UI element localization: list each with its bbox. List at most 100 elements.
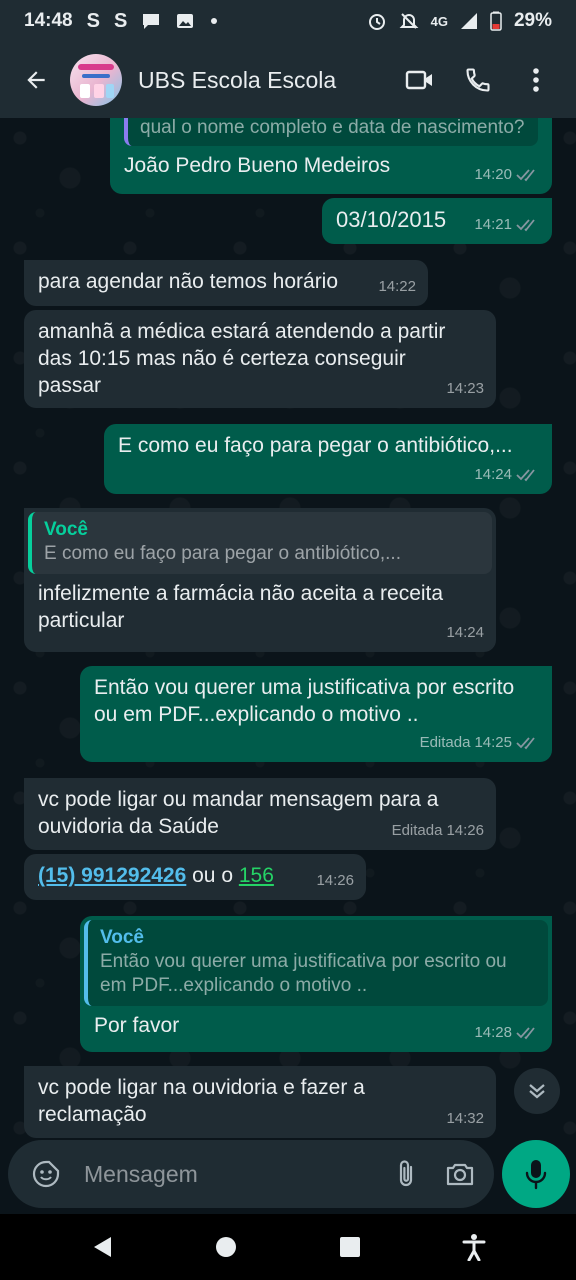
quoted-message[interactable]: Você E como eu faço para pegar o antibió…: [28, 512, 492, 574]
video-call-icon: [405, 70, 432, 90]
message-text: amanhã a médica estará atendendo a parti…: [38, 320, 446, 397]
message-input[interactable]: Mensagem: [84, 1161, 372, 1188]
message-text: ou o: [186, 864, 239, 887]
accessibility-button[interactable]: [452, 1225, 496, 1269]
mic-icon: [525, 1160, 547, 1190]
message-meta: 14:32: [446, 1105, 484, 1132]
message-bubble-outgoing[interactable]: E como eu faço para pegar o antibiótico,…: [104, 424, 552, 494]
message-meta: 14:23: [446, 375, 484, 402]
message-bubble-outgoing[interactable]: 03/10/2015 14:21: [322, 198, 552, 244]
edited-label: Editada: [419, 734, 471, 751]
message-time: 14:24: [474, 466, 512, 483]
message-bubble-outgoing[interactable]: Você Então vou querer uma justificativa …: [80, 916, 552, 1052]
message-time: 14:22: [378, 278, 416, 295]
edited-label: Editada: [391, 822, 443, 839]
image-notification-icon: [177, 14, 194, 28]
message-meta: 14:28: [474, 1019, 540, 1046]
phone-link[interactable]: (15) 991292426: [38, 864, 186, 887]
read-ticks-icon: [516, 1026, 535, 1039]
chat-notification-icon: [143, 14, 160, 29]
message-time: 14:28: [474, 1024, 512, 1041]
mute-icon: [399, 13, 419, 29]
message-text: E como eu faço para pegar o antibiótico,…: [118, 434, 513, 457]
message-bubble-incoming[interactable]: para agendar não temos horário 14:22: [24, 260, 428, 306]
message-text: Então vou querer uma justificativa por e…: [94, 676, 515, 726]
message-text: vc pode ligar na ouvidoria e fazer a rec…: [38, 1076, 365, 1126]
message-bubble-incoming[interactable]: (15) 991292426 ou o 156 14:26: [24, 854, 366, 900]
message-text: infelizmente a farmácia não aceita a rec…: [38, 582, 444, 632]
nav-back-button[interactable]: [80, 1225, 124, 1269]
chat-title[interactable]: UBS Escola Escola: [138, 67, 388, 94]
signal-icon: [460, 13, 477, 29]
camera-icon: [446, 1163, 474, 1186]
message-list[interactable]: qual o nome completo e data de nasciment…: [0, 118, 576, 1140]
read-ticks-icon: [516, 736, 535, 749]
battery-icon: [490, 11, 502, 31]
message-bubble-outgoing[interactable]: qual o nome completo e data de nasciment…: [110, 118, 552, 194]
s-app-icon: S: [113, 9, 128, 32]
message-time: 14:26: [446, 822, 484, 839]
whatsapp-chat-screen: 14:48 S S 4G 29% UBS Escola Escola qual …: [0, 0, 576, 1280]
message-time: 14:23: [446, 380, 484, 397]
dot-icon: [211, 18, 218, 24]
nav-recents-button[interactable]: [328, 1225, 372, 1269]
read-ticks-icon: [516, 168, 535, 181]
more-options-button[interactable]: [510, 54, 562, 106]
voice-message-button[interactable]: [502, 1140, 570, 1208]
clock: 14:48: [24, 10, 73, 31]
more-vert-icon: [533, 68, 539, 92]
message-meta: 14:20: [474, 161, 540, 188]
message-meta: 14:24: [474, 461, 540, 488]
nav-home-button[interactable]: [204, 1225, 248, 1269]
message-meta: Editada 14:26: [392, 817, 484, 844]
message-bubble-incoming[interactable]: vc pode ligar na ouvidoria e fazer a rec…: [24, 1066, 496, 1138]
quoted-author: Você: [44, 519, 89, 540]
accessibility-icon: [462, 1234, 486, 1261]
message-meta: 14:26: [316, 867, 354, 894]
quoted-text: Então vou querer uma justificativa por e…: [100, 951, 507, 996]
nav-back-icon: [94, 1237, 111, 1257]
voice-call-button[interactable]: [452, 54, 504, 106]
sticker-button[interactable]: [26, 1154, 66, 1194]
message-bubble-incoming[interactable]: vc pode ligar ou mandar mensagem para a …: [24, 778, 496, 850]
quoted-message[interactable]: Você Então vou querer uma justificativa …: [84, 920, 548, 1006]
phone-number-link[interactable]: 156: [239, 864, 274, 887]
message-time: 14:26: [316, 872, 354, 889]
message-time: 14:20: [474, 166, 512, 183]
sticker-icon: [32, 1160, 60, 1188]
alarm-icon: [368, 14, 385, 30]
attach-button[interactable]: [386, 1154, 426, 1194]
message-meta: 14:21: [474, 211, 540, 238]
message-meta: Editada 14:25: [420, 729, 540, 756]
scroll-down-icon: [529, 1084, 545, 1099]
phone-icon: [466, 68, 490, 92]
message-meta: 14:22: [378, 273, 416, 300]
message-time: 14:25: [474, 734, 512, 751]
battery-level: 29%: [513, 10, 552, 31]
message-time: 14:24: [446, 624, 484, 641]
quoted-text: qual o nome completo e data de nasciment…: [140, 118, 525, 138]
quoted-author: Você: [100, 927, 145, 948]
camera-button[interactable]: [440, 1154, 480, 1194]
read-ticks-icon: [516, 468, 535, 481]
message-bubble-incoming[interactable]: Você E como eu faço para pegar o antibió…: [24, 508, 496, 652]
nav-recents-icon: [340, 1237, 360, 1257]
scroll-to-bottom-button[interactable]: [514, 1068, 560, 1114]
message-meta: 14:24: [446, 619, 484, 646]
attach-icon: [399, 1160, 413, 1187]
read-ticks-icon: [516, 218, 535, 231]
message-time: 14:32: [446, 1110, 484, 1127]
system-navigation-bar: [0, 1214, 576, 1280]
message-composer: Mensagem: [8, 1140, 494, 1208]
quoted-message[interactable]: qual o nome completo e data de nasciment…: [124, 118, 538, 146]
message-time: 14:21: [474, 216, 512, 233]
video-call-button[interactable]: [394, 54, 446, 106]
message-bubble-incoming[interactable]: amanhã a médica estará atendendo a parti…: [24, 310, 496, 408]
back-button[interactable]: [16, 60, 56, 100]
contact-avatar[interactable]: [70, 54, 122, 106]
status-bar: 14:48 S S 4G 29%: [0, 0, 576, 42]
message-bubble-outgoing[interactable]: Então vou querer uma justificativa por e…: [80, 666, 552, 762]
quoted-text: E como eu faço para pegar o antibiótico,…: [44, 543, 401, 564]
nav-home-icon: [216, 1237, 236, 1257]
network-type: 4G: [430, 13, 448, 29]
